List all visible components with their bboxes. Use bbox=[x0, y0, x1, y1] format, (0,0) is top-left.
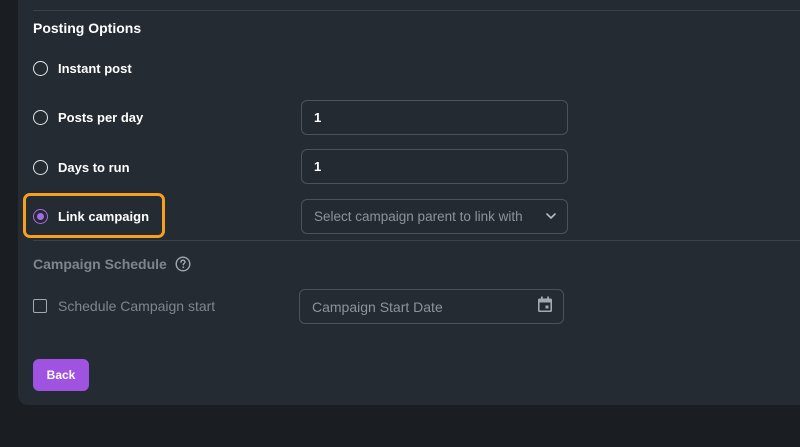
radio-label: Instant post bbox=[58, 60, 132, 76]
radio-days-to-run[interactable]: Days to run bbox=[33, 157, 130, 177]
campaign-parent-select[interactable]: Select campaign parent to link with bbox=[301, 199, 568, 234]
checkbox-label: Schedule Campaign start bbox=[58, 298, 216, 314]
back-button[interactable]: Back bbox=[33, 359, 89, 391]
chevron-down-icon[interactable] bbox=[545, 211, 557, 223]
calendar-icon[interactable] bbox=[537, 296, 553, 318]
campaign-start-date-field[interactable]: Campaign Start Date bbox=[299, 289, 564, 324]
days-to-run-input[interactable]: 1 bbox=[301, 149, 568, 184]
radio-button[interactable] bbox=[33, 159, 48, 175]
page-background: Posting Options Instant post Posts per d… bbox=[0, 0, 800, 447]
radio-button[interactable] bbox=[33, 60, 48, 76]
section-divider bbox=[33, 240, 800, 241]
date-placeholder: Campaign Start Date bbox=[312, 298, 443, 315]
radio-label: Days to run bbox=[58, 159, 130, 175]
radio-instant-post[interactable]: Instant post bbox=[33, 58, 132, 78]
top-divider bbox=[33, 10, 800, 11]
radio-link-campaign[interactable]: Link campaign bbox=[33, 206, 149, 226]
schedule-campaign-checkbox[interactable] bbox=[33, 299, 47, 313]
campaign-schedule-title: Campaign Schedule bbox=[33, 256, 191, 272]
section-title-text: Campaign Schedule bbox=[33, 256, 167, 272]
question-circle-icon[interactable] bbox=[175, 256, 191, 272]
schedule-campaign-start-row[interactable]: Schedule Campaign start bbox=[33, 296, 215, 316]
posting-options-title: Posting Options bbox=[33, 20, 142, 36]
select-placeholder: Select campaign parent to link with bbox=[314, 209, 523, 224]
radio-posts-per-day[interactable]: Posts per day bbox=[33, 107, 143, 127]
radio-label: Link campaign bbox=[58, 208, 150, 224]
radio-label: Posts per day bbox=[58, 109, 144, 125]
radio-button-checked[interactable] bbox=[33, 208, 48, 224]
posts-per-day-input[interactable]: 1 bbox=[301, 100, 568, 135]
radio-button[interactable] bbox=[33, 109, 48, 125]
